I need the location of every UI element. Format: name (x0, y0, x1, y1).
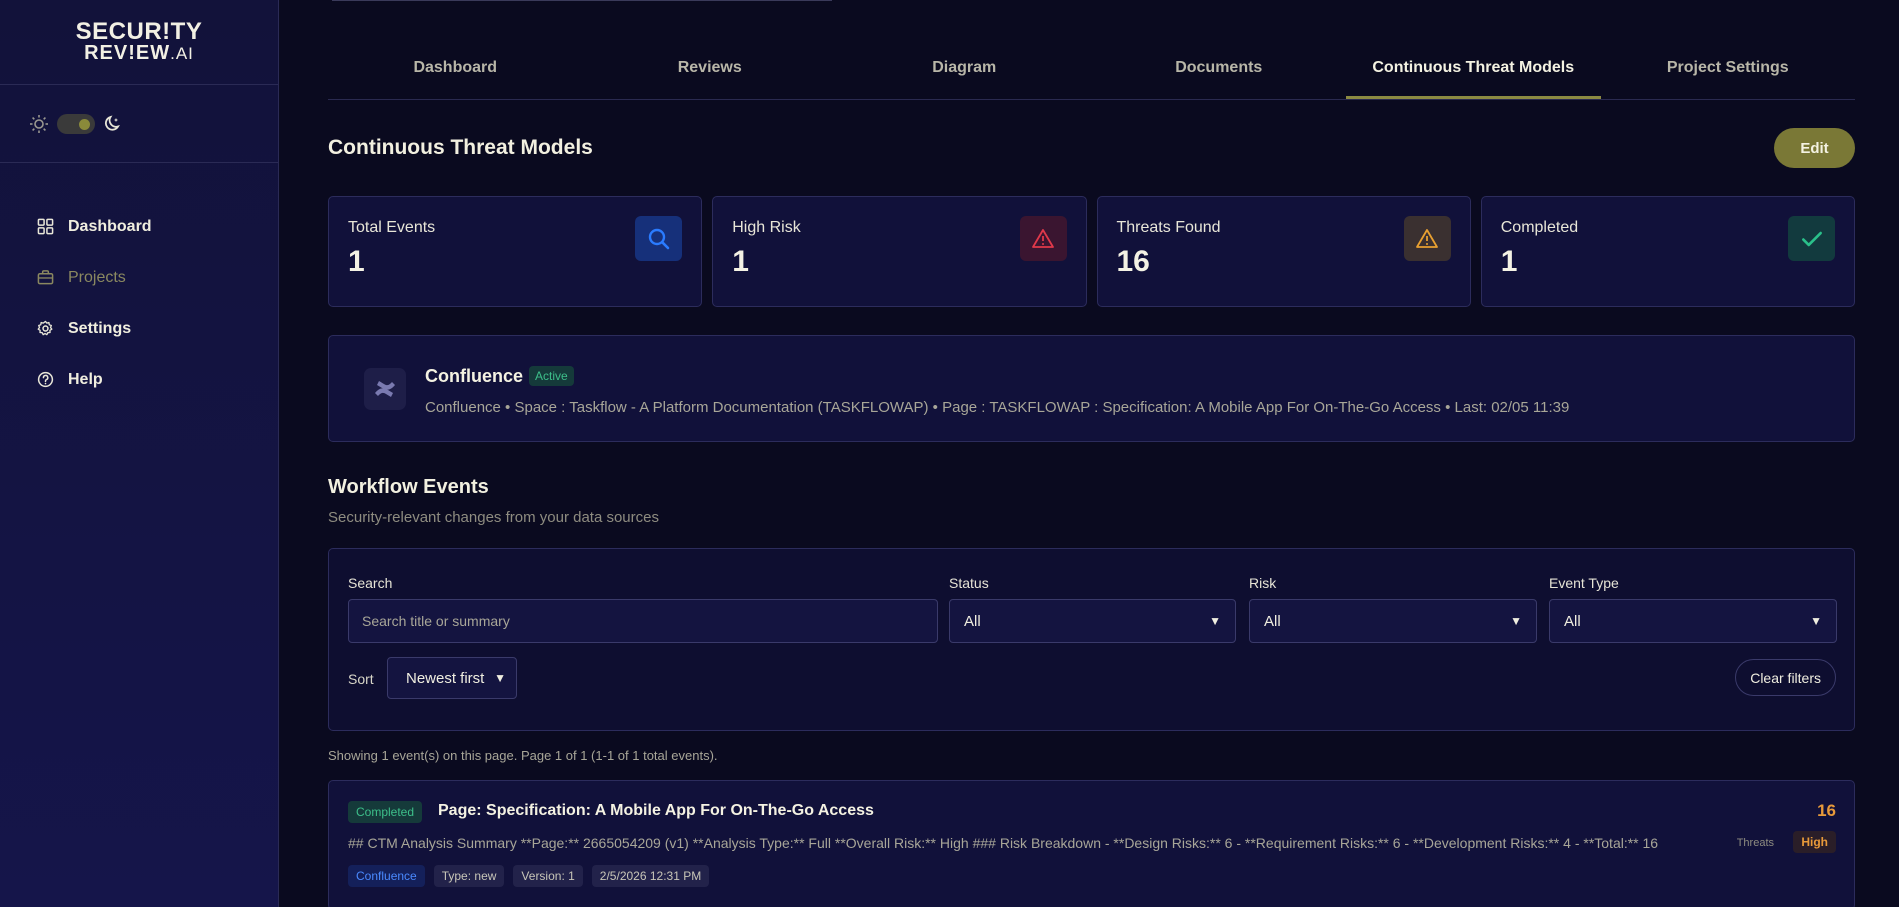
data-source-card[interactable]: Confluence Active Confluence • Space : T… (328, 335, 1855, 442)
sidebar-item-dashboard[interactable]: Dashboard (0, 201, 278, 252)
event-type-label: Event Type (1549, 575, 1619, 591)
chevron-down-icon: ▼ (1510, 614, 1522, 628)
tab-continuous-threat-models[interactable]: Continuous Threat Models (1346, 45, 1601, 99)
sidebar-item-label: Settings (68, 319, 132, 337)
gear-icon (37, 320, 53, 336)
status-label: Status (949, 575, 989, 591)
source-name: Confluence (425, 366, 524, 386)
warning-icon (1403, 216, 1451, 261)
risk-select-value: All (1264, 612, 1281, 630)
sort-select-value: Newest first (406, 669, 485, 687)
sort-label: Sort (348, 671, 374, 687)
tab-bar: Dashboard Reviews Diagram Documents Cont… (328, 45, 1855, 100)
chevron-down-icon: ▼ (1810, 614, 1822, 628)
event-type-select[interactable]: All ▼ (1549, 599, 1837, 643)
brand-line-2: REV!EW.AI (84, 43, 194, 64)
tab-project-settings[interactable]: Project Settings (1601, 45, 1856, 99)
grid-icon (37, 218, 54, 235)
sidebar-item-label: Dashboard (68, 217, 152, 235)
threats-label: Threats (1736, 837, 1774, 849)
search-icon (635, 216, 683, 261)
stat-card-high-risk: High Risk 1 (712, 196, 1087, 307)
brand-line-2-main: REV!EW (84, 41, 171, 64)
risk-label: Risk (1249, 575, 1277, 591)
status-badge: Completed (348, 801, 423, 823)
sun-icon (30, 114, 48, 133)
search-input[interactable]: Search title or summary (348, 599, 938, 643)
clear-filters-button[interactable]: Clear filters (1735, 659, 1836, 696)
page-title: Continuous Threat Models (328, 136, 593, 159)
source-tag: Confluence (348, 865, 425, 887)
tab-diagram[interactable]: Diagram (837, 45, 1092, 99)
type-tag: Type: new (433, 865, 505, 887)
moon-icon (104, 114, 120, 131)
brand-logo[interactable]: SECUR!TY REV!EW.AI (0, 0, 278, 85)
event-type-select-value: All (1564, 612, 1581, 630)
sidebar-item-projects[interactable]: Projects (0, 252, 278, 303)
sidebar-item-label: Help (68, 370, 103, 388)
tab-documents[interactable]: Documents (1092, 45, 1347, 99)
event-card[interactable]: Completed Page: Specification: A Mobile … (328, 780, 1855, 907)
status-select-value: All (964, 612, 981, 630)
confluence-logo-icon (364, 368, 406, 410)
sidebar: SECUR!TY REV!EW.AI Dashboard Projects Se… (0, 0, 279, 907)
briefcase-icon (37, 270, 54, 285)
stats-row: Total Events 1 High Risk 1 Threats Found… (328, 196, 1855, 307)
brand-line-1: SECUR!TY (75, 17, 203, 45)
theme-switcher (0, 85, 278, 163)
sidebar-item-settings[interactable]: Settings (0, 303, 278, 354)
brand-line-2-suffix: .AI (170, 43, 194, 63)
top-divider (332, 0, 832, 1)
workflow-subtitle: Security-relevant changes from your data… (328, 509, 659, 526)
threat-count: 16 (1817, 801, 1836, 820)
status-select[interactable]: All ▼ (949, 599, 1236, 643)
date-tag: 2/5/2026 12:31 PM (591, 865, 710, 887)
help-circle-icon (37, 371, 54, 388)
chevron-down-icon: ▼ (494, 671, 506, 685)
edit-button[interactable]: Edit (1774, 128, 1855, 168)
event-summary: ## CTM Analysis Summary **Page:** 266505… (348, 835, 1659, 851)
stat-card-completed: Completed 1 (1480, 196, 1855, 307)
source-meta: Confluence • Space : Taskflow - A Platfo… (425, 399, 1570, 416)
sidebar-item-label: Projects (68, 268, 126, 286)
risk-badge: High (1793, 831, 1836, 853)
pagination-summary: Showing 1 event(s) on this page. Page 1 … (328, 748, 718, 763)
sidebar-nav: Dashboard Projects Settings Help (0, 163, 278, 405)
warning-icon (1019, 216, 1067, 261)
theme-toggle[interactable] (57, 113, 95, 134)
search-label: Search (348, 575, 393, 591)
event-tags: Confluence Type: new Version: 1 2/5/2026… (348, 865, 710, 887)
stat-card-threats-found: Threats Found 16 (1096, 196, 1471, 307)
workflow-title: Workflow Events (328, 476, 489, 498)
event-title[interactable]: Page: Specification: A Mobile App For On… (438, 802, 874, 820)
sort-select[interactable]: Newest first ▼ (387, 657, 517, 699)
tab-dashboard[interactable]: Dashboard (328, 45, 583, 99)
stat-card-total-events: Total Events 1 (328, 196, 703, 307)
chevron-down-icon: ▼ (1209, 614, 1221, 628)
status-badge: Active (529, 366, 574, 386)
filters-panel: Search Search title or summary Status Al… (328, 548, 1855, 731)
risk-select[interactable]: All ▼ (1249, 599, 1537, 643)
tab-reviews[interactable]: Reviews (583, 45, 838, 99)
sidebar-item-help[interactable]: Help (0, 354, 278, 405)
version-tag: Version: 1 (513, 865, 583, 887)
check-icon (1788, 216, 1835, 261)
